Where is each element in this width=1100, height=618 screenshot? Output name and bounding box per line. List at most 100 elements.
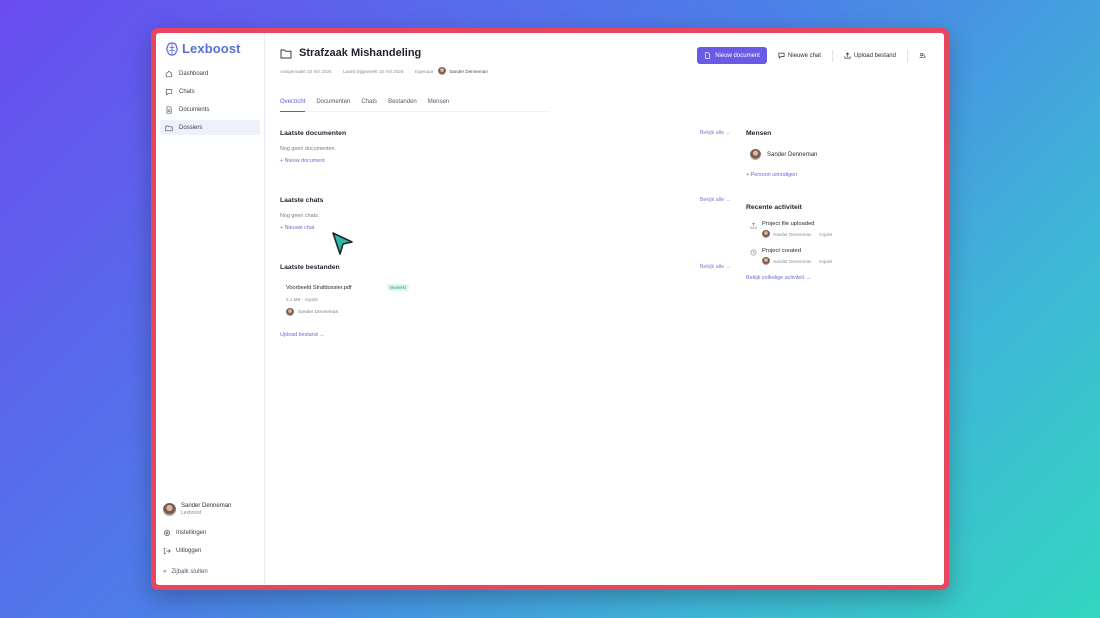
toolbar-divider [831,49,833,62]
folder-icon [165,125,173,131]
sidebar-item-documents[interactable]: Documents [160,102,260,117]
avatar [762,230,770,238]
activity-item: Project created Sander Denneman · zojuis… [750,248,926,265]
logout-link[interactable]: Uitloggen [160,543,260,559]
document-plus-icon [705,52,711,59]
owner-name: Sander Denneman [449,68,488,74]
members-button[interactable] [915,47,930,64]
clock-icon [750,249,757,256]
activity-title: Recente activiteit [746,204,802,211]
brain-logo-icon [166,41,178,56]
new-chat-button[interactable]: Nieuwe chat [774,47,825,64]
activity-time: zojuist [819,258,833,264]
new-document-button[interactable]: Nieuw document [697,47,767,64]
upload-icon [750,222,757,229]
settings-link[interactable]: Instellingen [160,525,260,541]
sidebar-item-dossiers[interactable]: Dossiers [160,120,260,135]
recent-files-section: Laatste bestanden Bekijk alle → Voorbeel… [280,264,731,338]
chevrons-left-icon: « [163,569,167,575]
activity-item: Project file uploaded Sander Denneman · … [750,221,926,238]
activity-title-text: Project created [762,248,801,254]
tab-people[interactable]: Mensen [428,99,449,105]
mouse-cursor-icon [332,232,353,255]
section-title: Laatste documenten [280,130,347,137]
sidebar: Lexboost Dashboard Chats Documents Dossi… [156,33,265,585]
tab-bar: Overzicht Documenten Chats Bestanden Men… [280,99,550,112]
upload-icon [844,52,851,59]
home-icon [165,70,173,77]
meta-separator: · [814,258,817,264]
file-card[interactable]: Voorbeeld Strafdossier.pdf Verwerkt 2.1 … [280,284,420,316]
upload-file-link[interactable]: Upload bestand → [280,332,731,338]
empty-chats-text: Nog geen chats. [280,213,320,219]
invite-person-link[interactable]: + Persoon uitnodigen [746,172,926,178]
tab-documents[interactable]: Documenten [316,99,350,105]
empty-documents-text: Nog geen documenten. [280,146,337,152]
file-owner-name: Sander Denneman [298,309,339,315]
avatar [163,502,176,516]
settings-label: Instellingen [176,530,207,536]
status-badge: Verwerkt [386,284,409,291]
page-title: Strafzaak Mishandeling [299,47,422,59]
sidebar-item-label: Dossiers [179,124,203,131]
owner: Sander Denneman [438,67,488,75]
app-frame: Lexboost Dashboard Chats Documents Dossi… [151,28,949,590]
activity-time: zojuist [819,231,833,237]
activity-meta: Sander Denneman · zojuist [762,257,832,265]
avatar [762,257,770,265]
user-name: Sander Denneman [181,503,232,509]
app-window: Lexboost Dashboard Chats Documents Dossi… [156,33,944,585]
section-title: Laatste bestanden [280,264,340,271]
new-document-link[interactable]: + Nieuw document [280,158,731,164]
user-profile[interactable]: Sander Denneman Lexboost [160,498,260,520]
new-document-label: Nieuw document [715,52,760,59]
avatar [286,308,294,316]
updated-date: Laatst bijgewerkt 10 mrt 2026 [343,68,404,74]
tab-files[interactable]: Bestanden [388,99,417,105]
main-content: Strafzaak Mishandeling Aangemaakt 10 mrt… [265,33,944,585]
file-meta: 2.1 MB · zojuist [286,297,420,302]
activity-meta: Sander Denneman · zojuist [762,230,832,238]
avatar [438,67,447,75]
see-full-activity-link[interactable]: Bekijk volledige activiteit → [746,275,926,281]
avatar [750,149,761,160]
tab-chats[interactable]: Chats [361,99,377,105]
activity-user: Sander Denneman [773,231,812,237]
dossier-meta: Aangemaakt 10 mrt 2026 · Laatst bijgewer… [280,67,928,75]
header-actions: Nieuw document Nieuwe chat Upload bestan… [697,47,930,64]
folder-icon [280,49,292,58]
upload-file-label: Upload bestand [853,52,896,59]
collapse-sidebar-button[interactable]: « Zijbalk sluiten [160,565,260,579]
sidebar-footer: Sander Denneman Lexboost Instellingen Ui… [160,498,260,579]
tab-overview[interactable]: Overzicht [280,99,306,112]
document-icon [166,105,172,114]
meta-separator: · [336,68,339,74]
meta-separator: · [408,68,410,74]
collapse-label: Zijbalk sluiten [171,569,208,575]
file-size: 2.1 MB [286,297,301,302]
users-icon [919,53,926,59]
see-all-documents-link[interactable]: Bekijk alle → [700,130,731,136]
meta-separator: · [814,231,817,237]
activity-list: Project file uploaded Sander Denneman · … [746,221,926,265]
see-all-files-link[interactable]: Bekijk alle → [700,264,731,270]
sidebar-item-dashboard[interactable]: Dashboard [160,66,260,81]
activity-title-text: Project file uploaded [762,221,815,227]
person-item[interactable]: Sander Denneman [750,149,926,160]
recent-documents-section: Laatste documenten Bekijk alle → Nog gee… [280,130,731,197]
chat-icon [165,88,173,96]
brand[interactable]: Lexboost [160,39,260,66]
sidebar-item-label: Chats [179,88,195,95]
see-all-chats-link[interactable]: Bekijk alle → [700,197,731,203]
file-time: zojuist [304,297,318,302]
chat-icon [778,52,785,59]
toolbar-divider [907,49,908,62]
upload-file-button[interactable]: Upload bestand [840,47,900,64]
user-org: Lexboost [181,510,202,516]
sidebar-item-chats[interactable]: Chats [160,84,260,99]
gear-icon [163,529,171,537]
logout-label: Uitloggen [176,548,202,554]
person-name: Sander Denneman [767,151,818,158]
overview-right-column: Mensen Sander Denneman + Persoon uitnodi… [746,130,926,281]
logout-icon [163,547,171,555]
